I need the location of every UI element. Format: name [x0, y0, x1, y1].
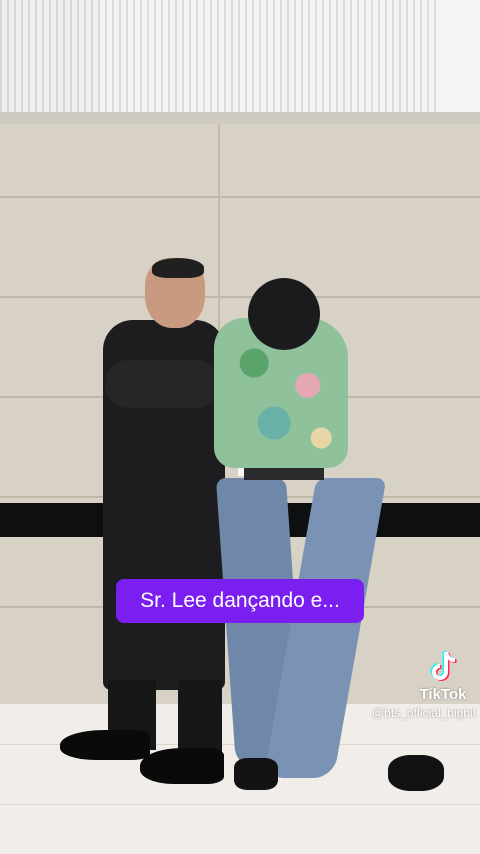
tiktok-wordmark: TikTok — [419, 686, 467, 703]
creator-handle: @bts_official_bighit — [371, 706, 476, 720]
video-frame[interactable]: Sr. Lee dançando e... TikTok @bts_offici… — [0, 0, 480, 854]
man-shoe — [60, 730, 150, 760]
dancer-hair — [248, 278, 320, 350]
belt — [244, 468, 324, 480]
crossed-arms — [105, 360, 220, 408]
ceiling-panel-left — [0, 0, 100, 112]
man-shoe — [140, 748, 224, 784]
tiktok-logo-icon — [430, 650, 457, 681]
dancer-shoe — [234, 758, 278, 790]
caption-pill: Sr. Lee dançando e... — [116, 579, 364, 623]
wall-seam — [0, 296, 480, 298]
ceiling-beam — [0, 112, 480, 124]
floor-tile-line — [0, 804, 480, 805]
caption-text: Sr. Lee dançando e... — [140, 589, 340, 612]
dancer-shoe — [388, 755, 444, 791]
wall-seam — [0, 196, 480, 198]
man-hair — [152, 258, 204, 278]
ceiling-light — [440, 0, 480, 112]
